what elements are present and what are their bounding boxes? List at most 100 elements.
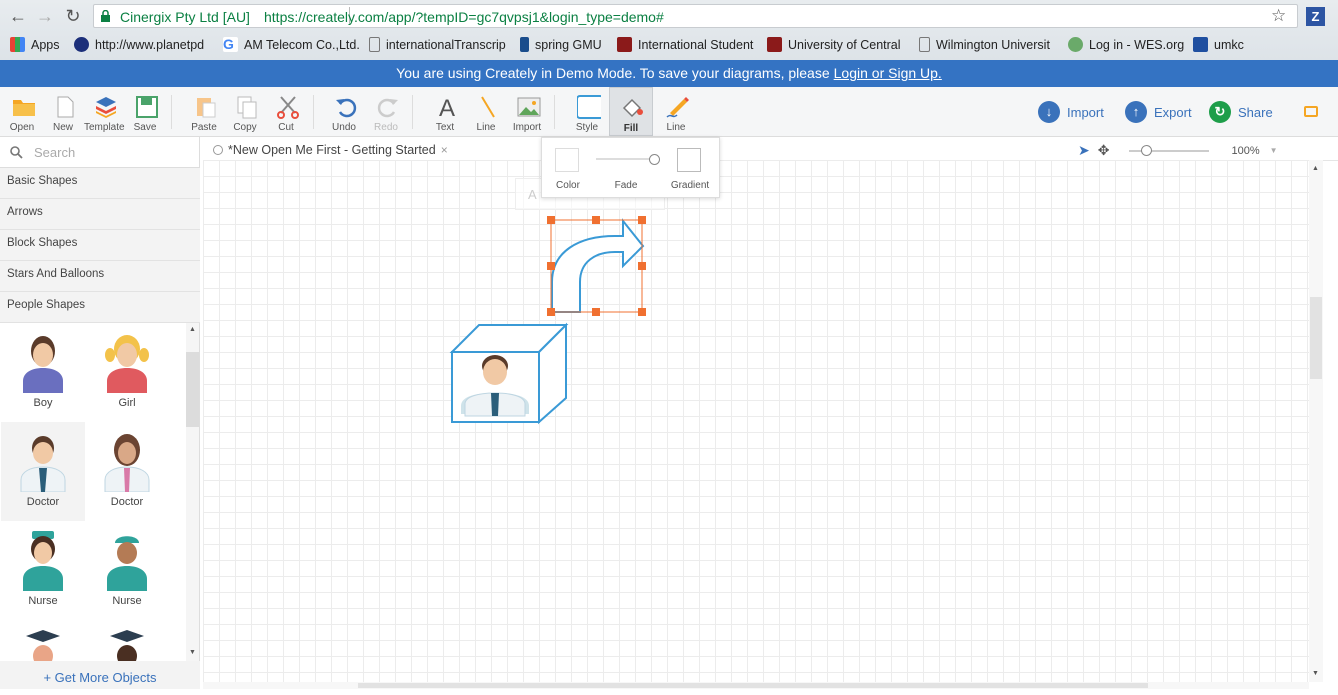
shape-label: Doctor xyxy=(110,496,144,508)
diagram-canvas[interactable]: A xyxy=(203,160,1309,682)
copy-button[interactable]: Copy xyxy=(225,87,265,135)
bookmark-star-icon[interactable]: ☆ xyxy=(1271,6,1286,26)
shape-girl[interactable]: Girl xyxy=(85,323,169,422)
bookmark-apps[interactable]: Apps xyxy=(10,37,60,52)
bookmarks-bar: Apps http://www.planetpd G AM Telecom Co.… xyxy=(0,33,1338,57)
style-button[interactable]: Style xyxy=(567,87,607,135)
scroll-down-icon[interactable]: ▼ xyxy=(1312,670,1319,677)
selected-arrow-shape[interactable] xyxy=(543,212,653,322)
gradient-swatch[interactable] xyxy=(677,148,701,172)
shape-nurse-female[interactable]: Nurse xyxy=(1,521,85,620)
main-toolbar: Open New Template Save Paste Copy Cut Un… xyxy=(0,87,1338,137)
zoom-dropdown-icon[interactable]: ▼ xyxy=(1270,146,1278,155)
import-image-button[interactable]: Import xyxy=(507,87,547,135)
url-text[interactable]: https://creately.com/app/?tempID=gc7qvps… xyxy=(264,9,664,25)
fade-slider-knob[interactable] xyxy=(649,154,660,165)
redo-button[interactable]: Redo xyxy=(366,87,406,135)
new-button[interactable]: New xyxy=(43,87,83,135)
extension-icon[interactable]: Z xyxy=(1306,7,1325,26)
fill-popup: Color Fade Gradient xyxy=(541,137,720,198)
close-tab-icon[interactable]: × xyxy=(441,143,448,157)
bookmark-wilmington[interactable]: Wilmington Universit xyxy=(919,37,1050,52)
bookmark-transcript[interactable]: internationalTranscrip xyxy=(369,37,506,52)
canvas-vertical-scrollbar[interactable]: ▲ ▼ xyxy=(1309,160,1323,682)
login-signup-link[interactable]: Login or Sign Up. xyxy=(834,65,942,81)
pencil-icon xyxy=(666,97,689,118)
get-more-objects-link[interactable]: + Get More Objects xyxy=(0,661,200,689)
shape-doctor-female[interactable]: Doctor xyxy=(85,422,169,521)
pan-tool-icon[interactable]: ✥ xyxy=(1098,142,1110,159)
quick-text-icon[interactable]: A xyxy=(528,187,537,202)
university-icon xyxy=(617,37,632,52)
fill-button[interactable]: Fill xyxy=(609,87,653,136)
text-tool-button[interactable]: A Text xyxy=(425,87,465,135)
scroll-up-icon[interactable]: ▲ xyxy=(189,326,196,333)
share-button[interactable]: ↻ Share xyxy=(1209,101,1273,123)
bookmark-intl-student[interactable]: International Student xyxy=(617,37,753,52)
forward-icon[interactable]: → xyxy=(35,6,55,26)
shape-doctor-male[interactable]: Doctor xyxy=(1,422,85,521)
open-button[interactable]: Open xyxy=(2,87,42,135)
cube-shape-with-doctor[interactable] xyxy=(449,322,569,426)
shape-label: Doctor xyxy=(26,496,60,508)
sidebar-scrollbar[interactable]: ▲ ▼ xyxy=(186,323,199,661)
back-icon[interactable]: ← xyxy=(8,6,28,26)
bookmark-label: AM Telecom Co.,Ltd. xyxy=(244,37,360,52)
category-people-shapes[interactable]: People Shapes xyxy=(0,292,200,323)
cut-button[interactable]: Cut xyxy=(266,87,306,135)
comment-icon[interactable] xyxy=(1304,106,1318,117)
scroll-up-icon[interactable]: ▲ xyxy=(1312,165,1319,172)
bookmark-ucentral[interactable]: University of Central xyxy=(767,37,901,52)
bookmark-amtelecom[interactable]: G AM Telecom Co.,Ltd. xyxy=(223,37,360,52)
bookmark-planetpd[interactable]: http://www.planetpd xyxy=(74,37,204,52)
shape-boy[interactable]: Boy xyxy=(1,323,85,422)
bookmark-label: spring GMU xyxy=(535,37,602,52)
category-block-shapes[interactable]: Block Shapes xyxy=(0,230,200,261)
scroll-down-icon[interactable]: ▼ xyxy=(189,649,196,656)
text-icon: A xyxy=(439,95,455,119)
umkc-icon xyxy=(1193,37,1208,52)
undo-button[interactable]: Undo xyxy=(324,87,364,135)
bookmark-gmu[interactable]: spring GMU xyxy=(520,37,602,52)
line-tool-button[interactable]: Line xyxy=(466,87,506,135)
gmu-icon xyxy=(520,37,529,52)
shape-graduate[interactable] xyxy=(1,620,85,661)
template-button[interactable]: Template xyxy=(84,87,125,135)
doctor-female-avatar-icon xyxy=(104,434,150,492)
shape-graduate-2[interactable] xyxy=(85,620,169,661)
bookmark-wes[interactable]: Log in - WES.org xyxy=(1068,37,1184,52)
search-box[interactable]: Search xyxy=(0,137,200,168)
scroll-thumb[interactable] xyxy=(186,352,199,427)
paste-button[interactable]: Paste xyxy=(184,87,224,135)
zoom-slider-knob[interactable] xyxy=(1141,144,1153,156)
category-arrows[interactable]: Arrows xyxy=(0,199,200,230)
export-label: Export xyxy=(1154,104,1192,120)
line-icon xyxy=(481,96,495,118)
shape-nurse-male[interactable]: Nurse xyxy=(85,521,169,620)
line-style-button[interactable]: Line xyxy=(656,87,696,135)
category-basic-shapes[interactable]: Basic Shapes xyxy=(0,168,200,199)
wes-icon xyxy=(1068,37,1083,52)
category-stars-balloons[interactable]: Stars And Balloons xyxy=(0,261,200,292)
bookmark-label: http://www.planetpd xyxy=(95,37,205,52)
export-button[interactable]: ↑ Export xyxy=(1125,101,1192,123)
bookmark-umkc[interactable]: umkc xyxy=(1193,37,1244,52)
import-button[interactable]: ↓ Import xyxy=(1038,101,1104,123)
canvas-scroll-thumb[interactable] xyxy=(1310,297,1322,379)
fill-color-swatch[interactable] xyxy=(555,148,579,172)
address-bar[interactable]: Cinergix Pty Ltd [AU] https://creately.c… xyxy=(93,4,1298,28)
zoom-slider[interactable] xyxy=(1129,144,1210,156)
import-image-label: Import xyxy=(512,122,542,133)
toolbar-divider xyxy=(412,95,413,129)
template-label: Template xyxy=(84,122,125,133)
nurse-male-avatar-icon xyxy=(107,536,147,591)
canvas-horizontal-scrollbar[interactable] xyxy=(203,682,1309,689)
reload-icon[interactable]: ↻ xyxy=(63,6,83,26)
fade-label: Fade xyxy=(614,180,638,191)
floppy-disk-icon xyxy=(136,96,158,118)
fade-slider[interactable] xyxy=(596,158,656,160)
document-tab[interactable]: *New Open Me First - Getting Started × xyxy=(213,140,448,160)
pointer-tool-icon[interactable]: ➤ xyxy=(1078,142,1090,159)
save-button[interactable]: Save xyxy=(125,87,165,135)
canvas-hscroll-thumb[interactable] xyxy=(358,683,1148,688)
